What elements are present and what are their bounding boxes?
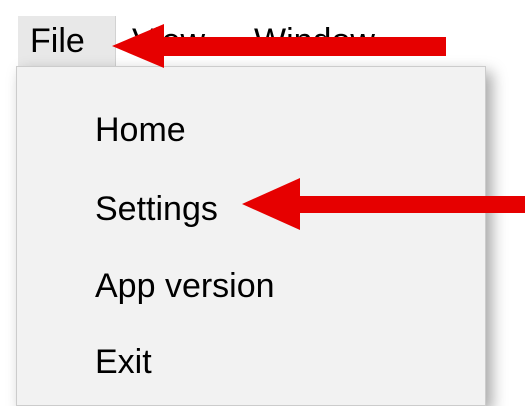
file-dropdown-menu: Home Settings App version Exit	[16, 66, 486, 406]
menu-item-app-version-label: App version	[95, 266, 275, 305]
menu-item-settings-label: Settings	[95, 189, 218, 228]
menu-item-home-label: Home	[95, 110, 186, 149]
menu-item-exit[interactable]: Exit	[17, 329, 485, 395]
menu-file-label: File	[30, 21, 85, 60]
menu-item-exit-label: Exit	[95, 342, 152, 381]
menu-window-label: Window	[254, 21, 375, 60]
menu-window[interactable]: Window	[242, 16, 387, 66]
menu-item-settings[interactable]: Settings	[17, 176, 485, 242]
menu-item-app-version[interactable]: App version	[17, 253, 485, 319]
menu-item-home[interactable]: Home	[17, 97, 485, 163]
menu-view-label: View	[132, 21, 206, 60]
menu-bar: File View Window	[0, 0, 500, 66]
menu-file[interactable]: File	[18, 16, 116, 66]
menu-view[interactable]: View	[120, 16, 217, 66]
